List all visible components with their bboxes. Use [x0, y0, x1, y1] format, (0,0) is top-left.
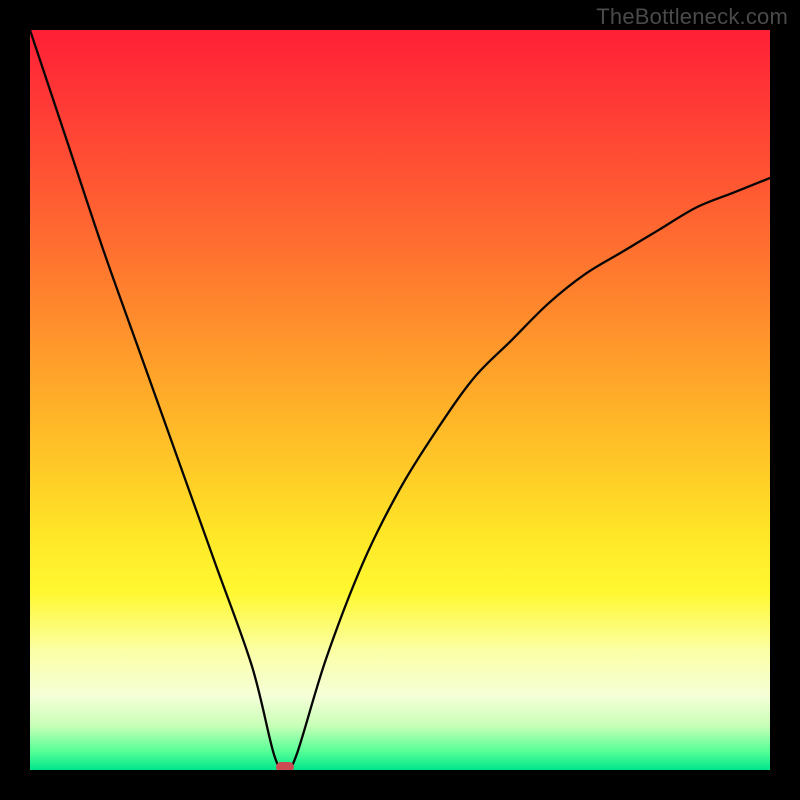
watermark-text: TheBottleneck.com [596, 4, 788, 30]
plot-area [30, 30, 770, 770]
minimum-marker [276, 762, 294, 770]
chart-frame: TheBottleneck.com [0, 0, 800, 800]
bottleneck-curve [30, 30, 770, 770]
curve-svg [30, 30, 770, 770]
